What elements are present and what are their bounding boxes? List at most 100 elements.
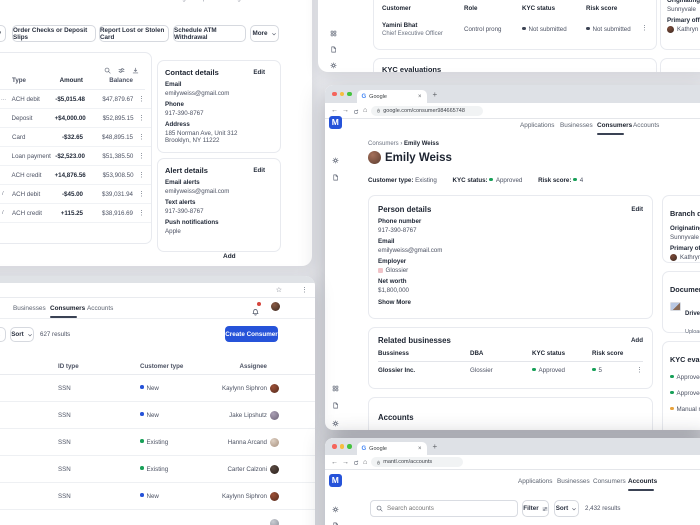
transaction-row[interactable]: 7 ACH credit +115.25 $38,916.69 ⋮ — [0, 204, 151, 223]
file-icon[interactable] — [332, 516, 339, 525]
sort-button[interactable]: Sort — [554, 500, 579, 517]
forward-icon[interactable]: → — [342, 459, 349, 466]
order-checks-button[interactable]: Order Checks or Deposit Slips — [12, 25, 96, 42]
consumer-row[interactable]: SSN New Jake Lipshutz — [0, 402, 315, 429]
kyc-evaluation-item: Approved — [670, 374, 700, 381]
forward-icon[interactable]: → — [342, 107, 349, 114]
mantl-logo[interactable]: M — [329, 116, 342, 129]
report-lost-card-button[interactable]: Report Lost or Stolen Card — [99, 25, 169, 42]
chevron-down-icon — [271, 32, 276, 35]
tab-accounts[interactable]: Accounts — [633, 122, 659, 129]
transaction-row[interactable]: 7 ACH debit -$45.00 $39,031.94 ⋮ — [0, 185, 151, 204]
window-controls[interactable] — [332, 91, 352, 97]
avatar[interactable] — [288, 286, 296, 294]
edit-link[interactable]: Edit — [631, 206, 643, 213]
show-more-link[interactable]: Show More — [378, 299, 643, 306]
filter-button[interactable]: Filter — [522, 500, 549, 517]
refresh-icon[interactable] — [353, 453, 359, 471]
officers-card: Customer Role KYC status Risk score Yami… — [373, 0, 657, 50]
tab-applications[interactable]: Applications — [520, 122, 554, 129]
officer-name[interactable]: Yamini Bhat — [382, 22, 417, 29]
related-business-row[interactable]: Glossier Inc. Glossier Approved 5 ⋮ — [378, 367, 643, 374]
avatar — [368, 151, 381, 164]
contact-details-card: Contact details Edit Email emilyweiss@gma… — [157, 60, 281, 153]
consumer-row-partial[interactable] — [0, 510, 315, 525]
consumers-header-row: ID type Customer type Assignee — [0, 358, 315, 375]
add-link[interactable]: Add — [631, 337, 643, 344]
create-consumer-button[interactable]: Create Consumer — [225, 326, 278, 342]
row-menu-icon[interactable]: ⋮ — [133, 210, 145, 217]
breadcrumb-parent[interactable]: Consumers — [368, 141, 399, 147]
refresh-icon[interactable] — [353, 102, 359, 120]
consumer-row[interactable]: SSN Existing Carter Calzoni — [0, 456, 315, 483]
document-item[interactable]: Driver's licenseUploaded — [670, 302, 700, 338]
close-tab-icon[interactable]: × — [418, 446, 422, 452]
desktop-collage: Available Balance August Deposit August … — [0, 0, 700, 525]
file-icon[interactable] — [332, 396, 339, 414]
search-input[interactable] — [387, 505, 507, 512]
transaction-row[interactable]: Card -$32.65 $48,895.15 ⋮ — [0, 128, 151, 147]
edit-link[interactable]: Edit — [253, 167, 265, 174]
window-controls[interactable] — [332, 444, 352, 449]
transaction-row[interactable]: Loan payment -$2,523.00 $51,385.50 ⋮ — [0, 147, 151, 166]
back-icon[interactable]: ← — [331, 107, 338, 114]
browser-menu-icon[interactable]: ⋮ — [301, 287, 308, 294]
consumer-row[interactable]: SSN New Kaylynn Siphron — [0, 375, 315, 402]
gear-icon[interactable] — [332, 151, 339, 169]
address-bar[interactable]: mantl.com/accounts — [371, 457, 464, 467]
add-link[interactable]: Add — [223, 253, 236, 260]
mantl-logo[interactable]: M — [329, 474, 342, 487]
tab-applications[interactable]: Applications — [518, 478, 552, 485]
gear-icon[interactable] — [332, 414, 339, 430]
more-button[interactable]: More — [250, 25, 279, 42]
row-menu-icon[interactable]: ⋮ — [134, 172, 145, 179]
tab-consumers[interactable]: Consumers — [593, 478, 626, 485]
chevron-down-icon — [27, 333, 32, 336]
edit-link[interactable]: Edit — [253, 69, 265, 76]
consumer-row[interactable]: SSN Existing Hanna Arcand — [0, 429, 315, 456]
row-menu-icon[interactable]: ⋮ — [134, 115, 145, 122]
tab-businesses[interactable]: Businesses — [13, 305, 46, 312]
home-icon[interactable]: ⌂ — [363, 107, 367, 114]
tab-accounts[interactable]: Accounts — [87, 305, 113, 312]
row-menu-icon[interactable]: ⋮ — [636, 367, 643, 374]
browser-tab[interactable]: G Google × — [356, 442, 427, 455]
person-details-card: Person details Edit Phone number 917-390-… — [368, 195, 653, 319]
transaction-row[interactable]: ... ACH debit -$5,015.48 $47,879.67 ⋮ — [0, 90, 151, 109]
grid-icon[interactable] — [332, 379, 339, 397]
tab-accounts[interactable]: Accounts — [628, 478, 657, 485]
consumer-row[interactable]: SSN New Kaylynn Siphron — [0, 483, 315, 510]
clipped-filter-button[interactable]: t — [0, 327, 6, 342]
row-menu-icon[interactable]: ⋮ — [641, 25, 648, 32]
bookmark-star-icon[interactable]: ☆ — [276, 286, 282, 294]
row-menu-icon[interactable]: ⋮ — [133, 134, 145, 141]
gear-icon[interactable] — [330, 56, 337, 72]
file-icon[interactable] — [332, 168, 339, 186]
search-accounts-field[interactable] — [370, 500, 518, 517]
sort-button[interactable]: Sort — [10, 327, 34, 342]
transaction-row[interactable]: Deposit +$4,000.00 $52,895.15 ⋮ — [0, 109, 151, 128]
browser-tab[interactable]: G Google × — [356, 90, 427, 103]
transaction-row[interactable]: ACH credit +14,876.56 $53,908.50 ⋮ — [0, 166, 151, 185]
tab-businesses[interactable]: Businesses — [557, 478, 590, 485]
new-tab-icon[interactable]: + — [433, 90, 438, 99]
address-bar[interactable]: google.com/consumer984665748 — [371, 105, 484, 116]
lock-icon — [377, 460, 381, 464]
back-icon[interactable]: ← — [331, 459, 338, 466]
avatar[interactable] — [271, 302, 280, 311]
tab-businesses[interactable]: Businesses — [560, 122, 593, 129]
tab-consumers[interactable]: Consumers — [597, 122, 632, 129]
new-tab-icon[interactable]: + — [433, 442, 438, 451]
breadcrumb: Consumers › Emily Weiss — [368, 141, 439, 147]
tab-consumers[interactable]: Consumers — [50, 305, 85, 312]
row-menu-icon[interactable]: ⋮ — [133, 191, 145, 198]
row-menu-icon[interactable]: ⋮ — [133, 153, 145, 160]
home-icon[interactable]: ⌂ — [363, 459, 367, 466]
avatar — [270, 519, 279, 525]
close-tab-icon[interactable]: × — [418, 94, 422, 100]
schedule-atm-button[interactable]: Schedule ATM Withdrawal — [173, 25, 246, 42]
row-menu-icon[interactable]: ⋮ — [133, 96, 145, 103]
transactions-header-row: Type Amount Balance — [12, 76, 133, 84]
notifications-bell-icon[interactable] — [251, 302, 261, 321]
clipped-action-button[interactable]: y — [0, 25, 6, 42]
